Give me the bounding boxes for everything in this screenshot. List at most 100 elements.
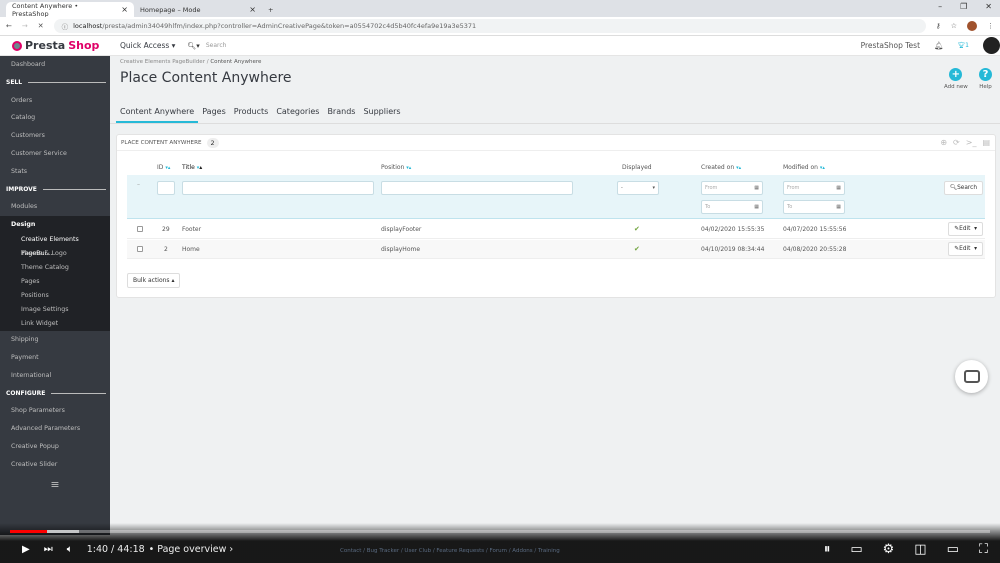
back-icon[interactable]: ← (6, 22, 12, 30)
sidebar-item-customer-service[interactable]: Customer Service (0, 145, 110, 163)
edit-button[interactable]: ✎Edit ▾ (948, 242, 983, 256)
bell-icon[interactable]: 🔔︎ (934, 41, 944, 50)
sidebar-subitem-link-widget[interactable]: Link Widget (0, 317, 110, 331)
new-tab-button[interactable]: + (262, 2, 282, 17)
sidebar-item-advanced-parameters[interactable]: Advanced Parameters (0, 420, 110, 438)
check-icon[interactable]: ✔ (634, 225, 640, 233)
database-icon[interactable]: ▤ (982, 138, 990, 147)
filter-created-from[interactable]: From ▦ (701, 181, 763, 195)
filter-position-input[interactable] (381, 181, 573, 195)
stop-icon[interactable]: ✕ (38, 22, 44, 30)
sidebar-item-international[interactable]: International (0, 367, 110, 385)
avatar[interactable] (983, 37, 1000, 54)
browser-tab[interactable]: Homepage – Mode × (134, 2, 262, 17)
refresh-icon[interactable]: ⟳ (953, 138, 960, 147)
sidebar-item-shipping[interactable]: Shipping (0, 331, 110, 349)
sidebar-item-modules[interactable]: Modules (0, 198, 110, 216)
count-badge: 2 (206, 137, 219, 148)
tab-products[interactable]: Products (230, 105, 273, 123)
key-icon[interactable]: ⚷ (936, 22, 941, 30)
sidebar-item-stats[interactable]: Stats (0, 163, 110, 181)
address-bar-row: ← → ✕ ⓘ localhost/presta/admin34049hlfm/ind… (0, 17, 1000, 36)
sidebar-subitem-positions[interactable]: Positions (0, 289, 110, 303)
theater-mode-icon[interactable]: ▭ (947, 542, 959, 557)
row-checkbox[interactable] (137, 226, 143, 232)
autoplay-toggle[interactable]: ⏸︎ (824, 542, 831, 557)
content-list-panel: PLACE CONTENT ANYWHERE 2 ⊕ ⟳ >_ ▤ ID ▾▴ Titl… (116, 134, 996, 298)
close-tab-icon[interactable]: × (121, 5, 128, 14)
col-position[interactable]: Position ▾▴ (381, 164, 411, 171)
sidebar-item-shop-parameters[interactable]: Shop Parameters (0, 402, 110, 420)
play-icon[interactable]: ▶ (22, 544, 30, 555)
close-tab-icon[interactable]: × (249, 5, 256, 14)
filter-modified-from[interactable]: From ▦ (783, 181, 845, 195)
tab-brands[interactable]: Brands (323, 105, 359, 123)
quick-access-dropdown[interactable]: Quick Access ▾ (120, 41, 175, 50)
collapse-menu-icon[interactable]: ≡ (0, 478, 110, 491)
settings-icon[interactable]: ⚙︎ (883, 542, 895, 557)
sidebar-item-design[interactable]: Design (0, 216, 110, 233)
chapter-title[interactable]: • Page overview › (149, 544, 234, 555)
minimize-icon[interactable]: – (938, 2, 942, 11)
sidebar-subitem-pages[interactable]: Pages (0, 275, 110, 289)
col-title[interactable]: Title ▾▴ (182, 164, 202, 171)
volume-icon[interactable]: 🔈︎ (67, 544, 73, 555)
sidebar-subitem-theme-logo[interactable]: Theme & Logo (0, 247, 110, 261)
filter-modified-to[interactable]: To ▦ (783, 200, 845, 214)
col-modified[interactable]: Modified on ▾▴ (783, 164, 825, 171)
sidebar-item-payment[interactable]: Payment (0, 349, 110, 367)
miniplayer-icon[interactable]: ◫ (914, 542, 926, 557)
divider (110, 123, 1000, 124)
sidebar-item-creative-slider[interactable]: Creative Slider (0, 456, 110, 474)
star-icon[interactable]: ☆ (951, 22, 957, 30)
picture-in-picture-button[interactable] (955, 360, 988, 393)
col-id[interactable]: ID ▾▴ (157, 164, 170, 171)
check-icon[interactable]: ✔ (634, 245, 640, 253)
edit-button[interactable]: ✎Edit ▾ (948, 222, 983, 236)
search-button[interactable]: 🔍︎Search (943, 181, 983, 195)
table-row[interactable]: 29 Footer displayFooter ✔ 04/02/2020 15:… (127, 220, 985, 239)
sidebar-subitem-creative-elements[interactable]: Creative Elements PageBui... (0, 233, 110, 257)
filter-title-input[interactable] (182, 181, 374, 195)
pip-icon (963, 370, 980, 383)
profile-icon[interactable] (967, 21, 977, 31)
row-checkbox[interactable] (137, 246, 143, 252)
filter-created-to[interactable]: To ▦ (701, 200, 763, 214)
filter-displayed-select[interactable]: - ▾ (617, 181, 659, 195)
bulk-actions-button[interactable]: Bulk actions ▴ (127, 273, 181, 288)
add-icon[interactable]: ⊕ (940, 138, 947, 147)
tab-categories[interactable]: Categories (272, 105, 323, 123)
sidebar-item-dashboard[interactable]: Dashboard (0, 56, 110, 74)
shop-name-link[interactable]: PrestaShop Test (861, 41, 920, 50)
forward-icon[interactable]: → (22, 22, 28, 30)
menu-icon[interactable]: ⋮ (987, 22, 994, 30)
help-button[interactable]: ? Help (979, 68, 992, 90)
close-window-icon[interactable]: ✕ (985, 2, 992, 11)
filter-id-input[interactable] (157, 181, 175, 195)
search-input[interactable]: 🔍︎▾ Search (187, 39, 307, 53)
sidebar-section-improve: IMPROVE (0, 181, 110, 199)
video-progress-bar[interactable] (10, 530, 990, 533)
add-new-button[interactable]: + Add new (944, 68, 968, 90)
next-icon[interactable]: ⏭︎ (44, 544, 53, 555)
tab-pages[interactable]: Pages (198, 105, 230, 123)
sidebar-item-catalog[interactable]: Catalog (0, 109, 110, 127)
url-input[interactable]: ⓘ localhost/presta/admin34049hlfm/index.p… (53, 19, 926, 33)
sidebar-subitem-theme-catalog[interactable]: Theme Catalog (0, 261, 110, 275)
trophy-icon[interactable]: 🏆︎1 (958, 42, 969, 49)
tab-content-anywhere[interactable]: Content Anywhere (116, 105, 199, 123)
table-row[interactable]: 2 Home displayHome ✔ 04/10/2019 08:34:44… (127, 240, 985, 259)
prestashop-logo[interactable]: Presta Shop (0, 39, 110, 52)
sidebar-item-orders[interactable]: Orders (0, 92, 110, 110)
sql-icon[interactable]: >_ (966, 138, 977, 147)
browser-tab-active[interactable]: Content Anywhere • PrestaShop × (6, 2, 134, 18)
sidebar-item-creative-popup[interactable]: Creative Popup (0, 438, 110, 456)
sidebar-item-customers[interactable]: Customers (0, 127, 110, 145)
tab-suppliers[interactable]: Suppliers (359, 105, 404, 123)
subtitles-icon[interactable]: ▭ (850, 542, 862, 557)
sidebar-subitem-image-settings[interactable]: Image Settings (0, 303, 110, 317)
fullscreen-icon[interactable]: ⛶ (979, 542, 988, 557)
maximize-icon[interactable]: ❐ (960, 2, 967, 11)
table-header: ID ▾▴ Title ▾▴ Position ▾▴ Displayed Cre… (127, 161, 985, 173)
col-created[interactable]: Created on ▾▴ (701, 164, 741, 171)
